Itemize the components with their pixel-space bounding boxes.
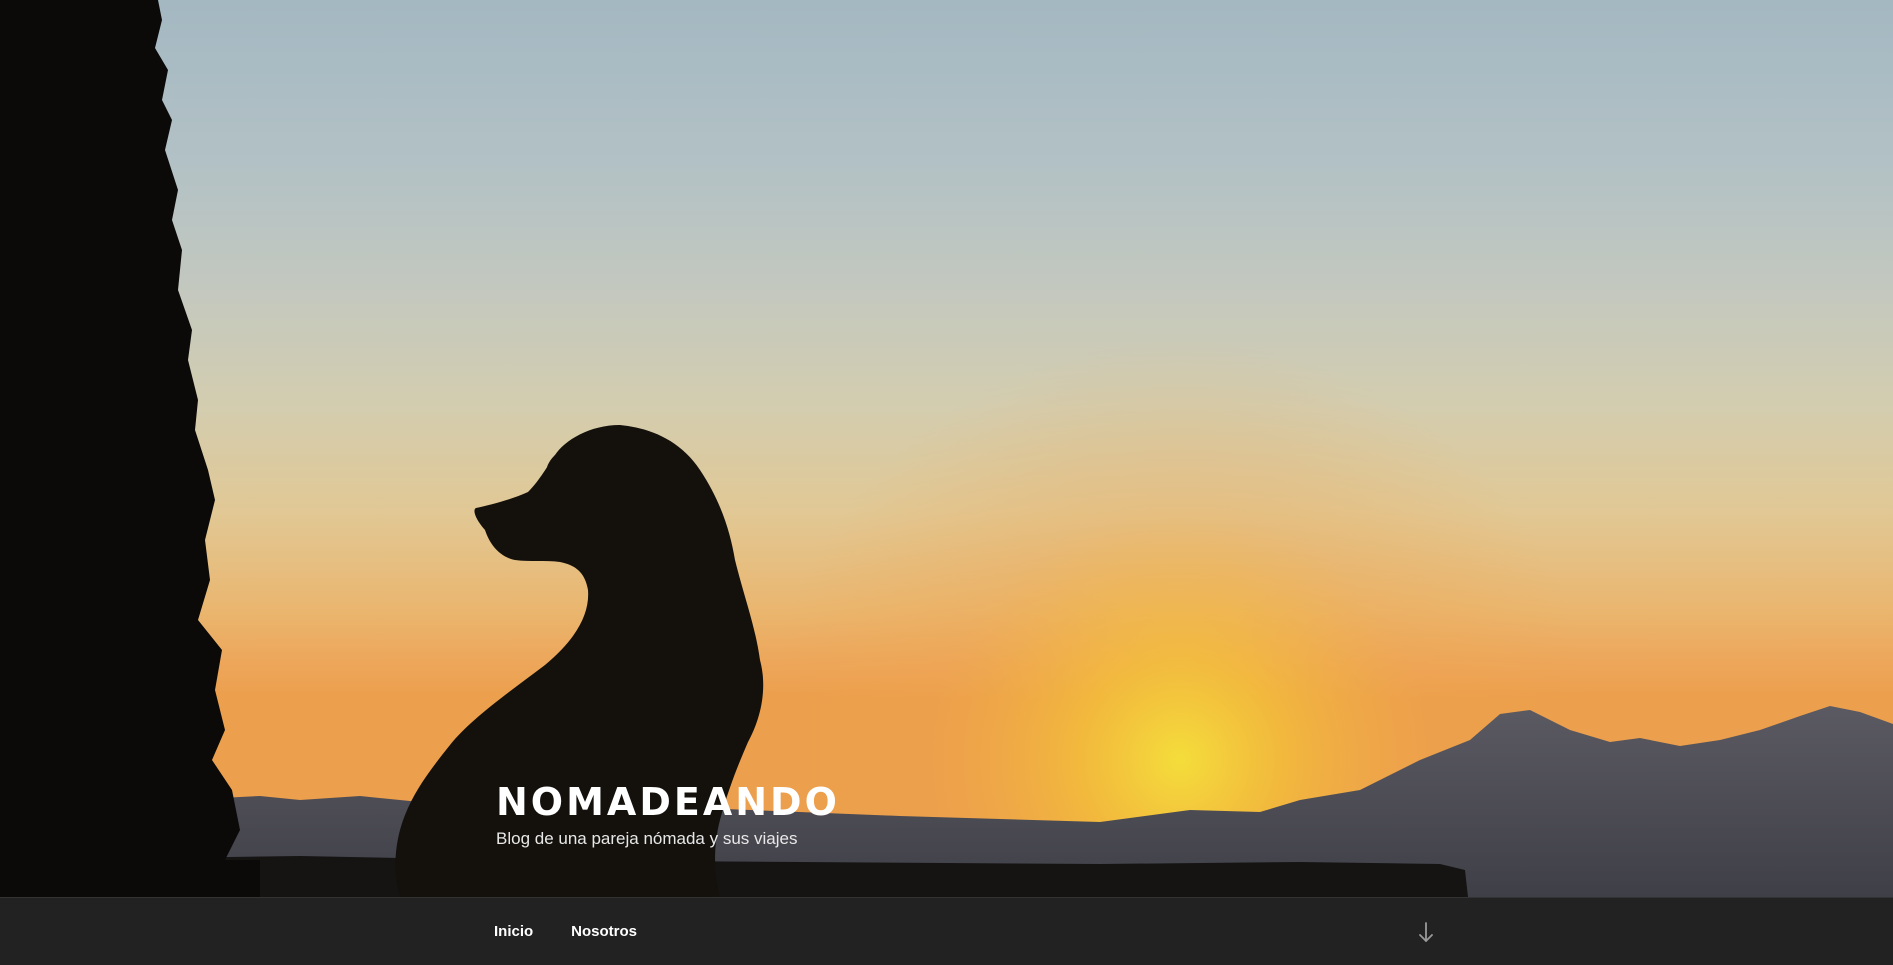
nav-link-inicio[interactable]: Inicio [486,923,541,940]
site-description: Blog de una pareja nómada y sus viajes [496,829,798,848]
site-title[interactable]: NOMADEANDO [496,778,840,826]
header-hero-image: NOMADEANDO Blog de una pareja nómada y s… [0,0,1893,897]
site-branding: NOMADEANDO Blog de una pareja nómada y s… [496,778,840,850]
nav-menu: Inicio Nosotros [486,898,667,965]
nav-item-inicio: Inicio [486,923,563,940]
nav-item-nosotros: Nosotros [563,923,667,940]
main-navigation: Inicio Nosotros [0,897,1893,965]
scroll-down-button[interactable] [1411,917,1441,947]
nav-link-nosotros[interactable]: Nosotros [563,923,645,940]
arrow-down-icon [1419,922,1433,942]
sunset-dog-silhouette-image [0,0,1893,897]
